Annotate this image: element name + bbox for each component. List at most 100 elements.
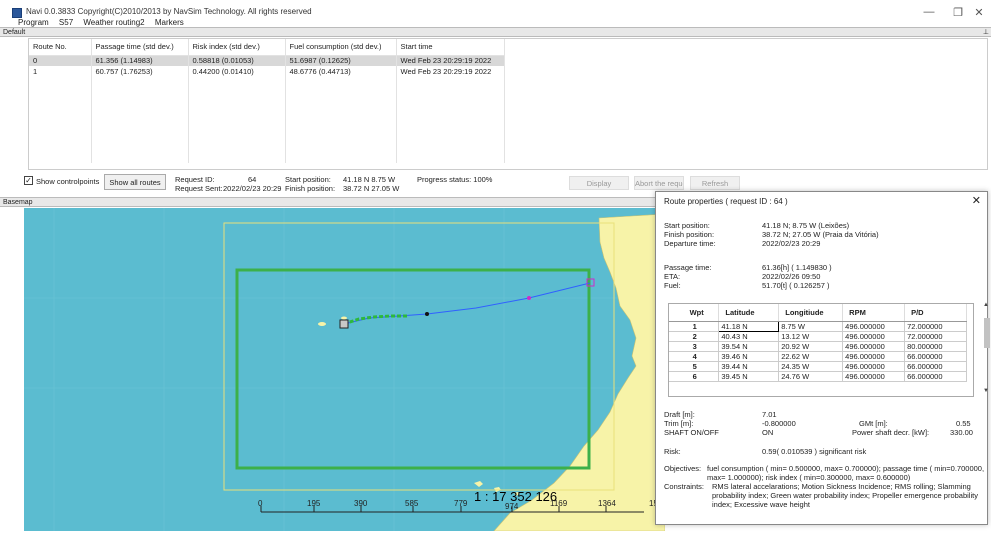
scroll-down-icon[interactable]: ▼ — [983, 388, 989, 394]
table-row[interactable]: 1 60.757 (1.76253) 0.44200 (0.01410) 48.… — [29, 66, 505, 77]
cell: 72.000000 — [904, 321, 967, 332]
start-position-label: Start position: — [664, 221, 710, 230]
menu-markers[interactable]: Markers — [155, 18, 184, 27]
cell: 496.000000 — [842, 331, 906, 342]
show-controlpoints-checkbox[interactable]: ✓ — [24, 176, 33, 185]
cell: 66.000000 — [904, 351, 967, 362]
basemap-panel-title: Basemap — [3, 199, 33, 206]
eta-value: 2022/02/26 09:50 — [762, 272, 821, 281]
passage-value: 61.36[h] ( 1.149830 ) — [762, 263, 832, 272]
trim-label: Trim [m]: — [664, 419, 694, 428]
scale-tick-label: 195 — [307, 499, 321, 508]
table-row[interactable]: 6 39.45 N 24.76 W 496.000000 66.000000 — [669, 371, 967, 382]
cell: 496.000000 — [842, 351, 906, 362]
passage-label: Passage time: — [664, 263, 712, 272]
col-latitude[interactable]: Latitude — [718, 304, 780, 322]
abort-request-button[interactable]: Abort the request — [634, 176, 684, 190]
progress-status: Progress status: 100% — [417, 175, 493, 184]
route-point — [527, 296, 531, 300]
table-row[interactable]: 0 61.356 (1.14983) 0.58818 (0.01053) 51.… — [29, 55, 505, 66]
cell: 39.45 N — [718, 371, 780, 382]
menu-weather-routing2[interactable]: Weather routing2 — [83, 18, 144, 27]
maximize-icon[interactable]: ❐ — [948, 6, 968, 19]
display-button[interactable]: Display — [569, 176, 629, 190]
routes-table: Route No. Passage time (std dev.) Risk i… — [28, 38, 988, 170]
default-panel-header: Default ⊥ — [0, 27, 991, 37]
scrollbar-thumb[interactable] — [984, 318, 990, 348]
power-value: 330.00 — [950, 428, 973, 437]
menu-program[interactable]: Program — [18, 18, 49, 27]
scale-tick-label: 1364 — [598, 499, 616, 508]
scale-tick-label: 585 — [405, 499, 419, 508]
draft-value: 7.01 — [762, 410, 777, 419]
table-row[interactable]: 5 39.44 N 24.35 W 496.000000 66.000000 — [669, 361, 967, 372]
col-longitude[interactable]: Longitiude — [778, 304, 844, 322]
col-fuel-consumption[interactable]: Fuel consumption (std dev.) — [285, 39, 397, 56]
col-pd[interactable]: P/D — [904, 304, 967, 322]
dialog-title: Route properties ( request ID : 64 ) — [664, 197, 788, 206]
cell: 5 — [669, 361, 720, 372]
col-rpm[interactable]: RPM — [842, 304, 906, 322]
refresh-button[interactable]: Refresh — [690, 176, 740, 190]
col-wpt[interactable]: Wpt — [669, 304, 720, 322]
controls-row: ✓ Show controlpoints Show all routes Req… — [24, 171, 684, 193]
col-start-time[interactable]: Start time — [396, 39, 505, 56]
waypoints-table: Wpt Latitude Longitiude RPM P/D 1 41.18 … — [668, 303, 974, 397]
departure-label: Departure time: — [664, 239, 716, 248]
cell: 8.75 W — [778, 321, 844, 332]
finish-position-label: Finish position: — [664, 230, 715, 239]
risk-label: Risk: — [664, 447, 681, 456]
cell: 2 — [669, 331, 720, 342]
draft-label: Draft [m]: — [664, 410, 695, 419]
cell: Wed Feb 23 20:29:19 2022 — [396, 55, 505, 66]
cell: 496.000000 — [842, 371, 906, 382]
request-sent-value: 2022/02/23 20:29 — [223, 184, 282, 193]
scale-tick-label: 0 — [258, 499, 263, 508]
cell: 496.000000 — [842, 361, 906, 372]
scroll-up-icon[interactable]: ▲ — [983, 302, 989, 308]
table-row[interactable]: 3 39.54 N 20.92 W 496.000000 80.000000 — [669, 341, 967, 352]
cell: 39.44 N — [718, 361, 780, 372]
fuel-label: Fuel: — [664, 281, 681, 290]
cell: 39.54 N — [718, 341, 780, 352]
basemap-map[interactable]: 1 : 17 352 126 0 195 390 585 779 974 116… — [24, 208, 665, 531]
cell: 3 — [669, 341, 720, 352]
table-row[interactable]: 4 39.46 N 22.62 W 496.000000 66.000000 — [669, 351, 967, 362]
show-controlpoints-label[interactable]: Show controlpoints — [36, 177, 99, 186]
cell: 80.000000 — [904, 341, 967, 352]
close-icon[interactable]: ✕ — [969, 6, 989, 19]
minimize-icon[interactable]: — — [919, 6, 939, 18]
request-id-label: Request ID: — [175, 175, 215, 184]
menu-s57[interactable]: S57 — [59, 18, 73, 27]
pin-icon[interactable]: ⊥ — [983, 28, 989, 37]
table-row[interactable]: 1 41.18 N 8.75 W 496.000000 72.000000 — [669, 320, 967, 332]
col-route-no[interactable]: Route No. — [29, 39, 92, 56]
cell: 496.000000 — [842, 321, 906, 332]
cell: 51.6987 (0.12625) — [285, 55, 397, 66]
show-all-routes-button[interactable]: Show all routes — [104, 174, 166, 190]
island — [318, 322, 326, 326]
finish-position-label: Finish position: — [285, 184, 336, 193]
cell-selected[interactable]: 41.18 N — [718, 320, 780, 332]
cell: 48.6776 (0.44713) — [285, 66, 397, 77]
col-passage-time[interactable]: Passage time (std dev.) — [91, 39, 189, 56]
finish-position-value: 38.72 N 27.05 W — [343, 184, 400, 193]
cell: 0.58818 (0.01053) — [188, 55, 286, 66]
shaft-value: ON — [762, 428, 774, 437]
default-panel-title: Default — [3, 29, 26, 36]
col-risk-index[interactable]: Risk index (std dev.) — [188, 39, 286, 56]
eta-label: ETA: — [664, 272, 681, 281]
cell: 0.44200 (0.01410) — [188, 66, 286, 77]
constraints-line: index; Excessive wave height — [712, 500, 810, 509]
scale-tick-label: 390 — [354, 499, 368, 508]
shaft-label: SHAFT ON/OFF — [664, 428, 719, 437]
cell: 24.76 W — [778, 371, 844, 382]
waypoints-scrollbar[interactable]: ▲ ▼ — [983, 302, 990, 398]
table-row[interactable]: 2 40.43 N 13.12 W 496.000000 72.000000 — [669, 331, 967, 342]
scale-tick-label: 779 — [454, 499, 468, 508]
objectives-line: max= 1.000000); risk index ( min=0.30000… — [707, 473, 911, 482]
map-canvas[interactable] — [24, 208, 665, 531]
cell: 72.000000 — [904, 331, 967, 342]
dialog-close-icon[interactable]: ✕ — [972, 194, 981, 207]
request-id-value: 64 — [248, 175, 257, 184]
